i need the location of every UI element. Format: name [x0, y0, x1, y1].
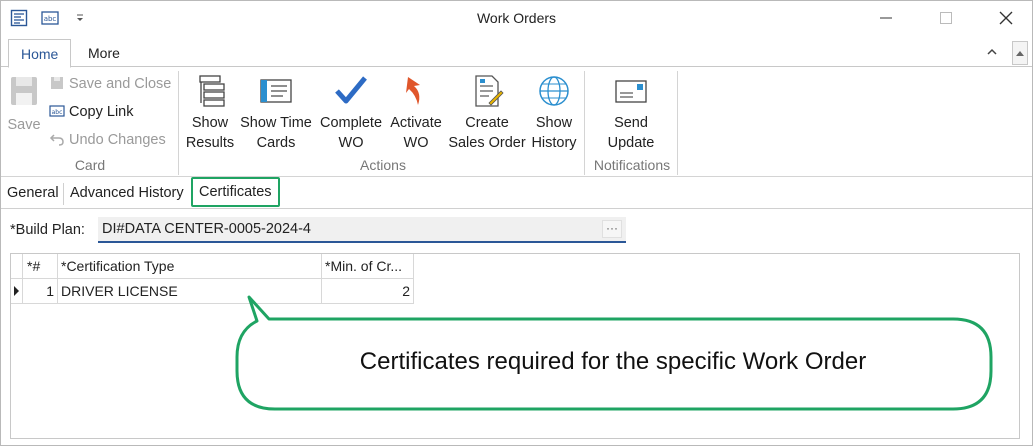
callout-text: Certificates required for the specific W… [359, 348, 867, 375]
callout-bubble [235, 295, 993, 411]
work-orders-window: abc Work Orders Home More Save Save and … [0, 0, 1033, 446]
